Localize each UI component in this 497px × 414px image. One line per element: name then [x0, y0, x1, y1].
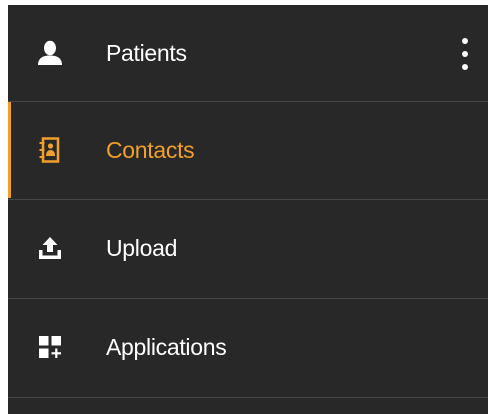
divider — [8, 397, 488, 398]
sidebar-item-label: Applications — [106, 333, 227, 360]
sidebar-item-label: Contacts — [106, 136, 195, 163]
apps-add-icon — [37, 334, 63, 360]
sidebar-nav: Patients Contacts Upload Applications — [8, 5, 488, 414]
sidebar-item-upload[interactable]: Upload — [8, 200, 488, 296]
sidebar-item-applications[interactable]: Applications — [8, 299, 488, 395]
sidebar-item-patients[interactable]: Patients — [8, 5, 488, 101]
person-icon — [37, 40, 63, 66]
address-book-icon — [37, 137, 63, 163]
sidebar-item-contacts[interactable]: Contacts — [8, 102, 488, 198]
sidebar-item-label: Patients — [106, 39, 187, 66]
more-vertical-icon[interactable] — [459, 38, 471, 70]
upload-icon — [37, 235, 63, 261]
sidebar-item-label: Upload — [106, 234, 178, 261]
